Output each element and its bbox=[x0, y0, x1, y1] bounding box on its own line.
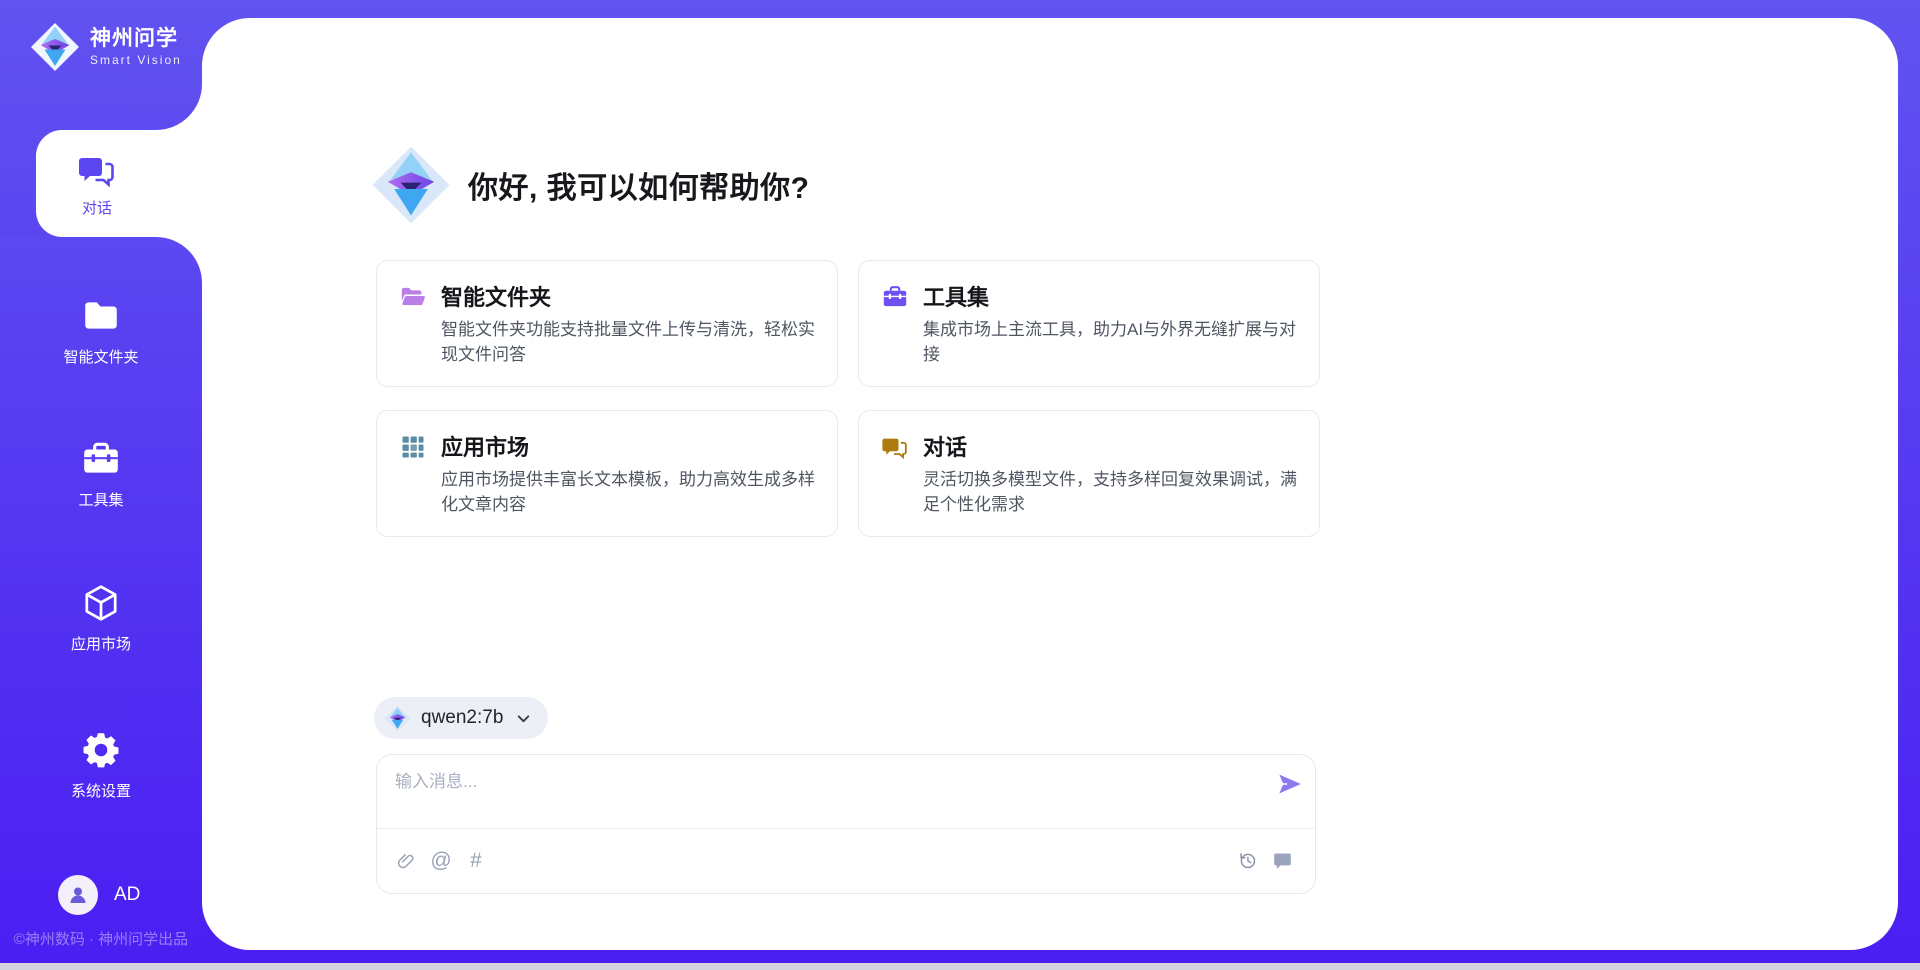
window-bottom-edge bbox=[0, 963, 1920, 970]
chevron-down-icon[interactable] bbox=[515, 710, 532, 727]
card-title: 对话 bbox=[923, 430, 967, 462]
sidebar-item-label: 工具集 bbox=[78, 489, 123, 510]
mention-button[interactable]: @ bbox=[428, 847, 454, 873]
card-description: 智能文件夹功能支持批量文件上传与清洗，轻松实现文件问答 bbox=[441, 317, 823, 367]
send-button[interactable] bbox=[1277, 771, 1303, 797]
cube-icon bbox=[80, 582, 122, 624]
hashtag-button[interactable]: # bbox=[463, 847, 489, 873]
sidebar-item-label: 智能文件夹 bbox=[63, 346, 138, 367]
app-root: 对话 神州问学 Smart Vision 智能文件夹 bbox=[0, 0, 1920, 970]
avatar bbox=[58, 875, 98, 915]
attachment-icon bbox=[396, 850, 417, 871]
composer-tools-right bbox=[1234, 847, 1295, 873]
gear-icon bbox=[80, 729, 122, 771]
hashtag-icon: # bbox=[470, 850, 482, 871]
toolbox-icon bbox=[80, 438, 122, 480]
user-account[interactable]: AD bbox=[58, 875, 140, 915]
chat-icon bbox=[881, 433, 909, 461]
model-selector[interactable]: qwen2:7b bbox=[374, 697, 548, 739]
sidebar-item-label: 系统设置 bbox=[71, 780, 131, 801]
card-app-market[interactable]: 应用市场 应用市场提供丰富长文本模板，助力高效生成多样化文章内容 bbox=[376, 410, 838, 537]
diamond-logo-icon bbox=[30, 22, 80, 72]
card-description: 应用市场提供丰富长文本模板，助力高效生成多样化文章内容 bbox=[441, 467, 823, 517]
sidebar-item-app-market[interactable]: 应用市场 bbox=[0, 582, 202, 654]
card-description: 集成市场上主流工具，助力AI与外界无缝扩展与对接 bbox=[923, 317, 1305, 367]
diamond-logo-icon bbox=[371, 145, 451, 225]
history-icon bbox=[1237, 850, 1258, 871]
greeting-title: 你好, 我可以如何帮助你? bbox=[468, 163, 810, 207]
card-smart-folder[interactable]: 智能文件夹 智能文件夹功能支持批量文件上传与清洗，轻松实现文件问答 bbox=[376, 260, 838, 387]
attach-file-button[interactable] bbox=[393, 847, 419, 873]
card-chat[interactable]: 对话 灵活切换多模型文件，支持多样回复效果调试，满足个性化需求 bbox=[858, 410, 1320, 537]
folder-open-icon bbox=[399, 283, 427, 311]
app-logo: 神州问学 Smart Vision bbox=[30, 22, 182, 72]
app-title-block: 神州问学 Smart Vision bbox=[90, 27, 182, 67]
sidebar-item-settings[interactable]: 系统设置 bbox=[0, 729, 202, 801]
grid-icon bbox=[399, 433, 427, 461]
card-toolset[interactable]: 工具集 集成市场上主流工具，助力AI与外界无缝扩展与对接 bbox=[858, 260, 1320, 387]
card-description: 灵活切换多模型文件，支持多样回复效果调试，满足个性化需求 bbox=[923, 467, 1305, 517]
folder-icon bbox=[80, 295, 122, 337]
feedback-icon bbox=[1272, 850, 1293, 871]
card-title: 应用市场 bbox=[441, 430, 529, 462]
sidebar: 神州问学 Smart Vision 智能文件夹 工具集 bbox=[0, 0, 202, 970]
card-title: 工具集 bbox=[923, 280, 989, 312]
feedback-button[interactable] bbox=[1269, 847, 1295, 873]
sidebar-item-toolset[interactable]: 工具集 bbox=[0, 438, 202, 510]
message-composer: @ # bbox=[376, 754, 1316, 894]
message-input[interactable] bbox=[395, 767, 1245, 819]
sidebar-item-label: 应用市场 bbox=[71, 633, 131, 654]
copyright-text: ©神州数码 · 神州问学出品 bbox=[0, 928, 202, 949]
card-title: 智能文件夹 bbox=[441, 280, 551, 312]
app-title: 神州问学 bbox=[90, 27, 182, 51]
sidebar-item-smart-folder[interactable]: 智能文件夹 bbox=[0, 295, 202, 367]
user-initials: AD bbox=[114, 884, 140, 906]
user-avatar-icon bbox=[66, 883, 90, 907]
greeting: 你好, 我可以如何帮助你? bbox=[371, 145, 810, 225]
app-subtitle: Smart Vision bbox=[90, 53, 182, 67]
composer-divider bbox=[377, 828, 1315, 829]
send-icon bbox=[1277, 771, 1303, 797]
toolbox-icon bbox=[881, 283, 909, 311]
composer-tools-left: @ # bbox=[393, 847, 489, 873]
model-name: qwen2:7b bbox=[421, 707, 503, 729]
diamond-logo-icon bbox=[384, 705, 411, 732]
history-button[interactable] bbox=[1234, 847, 1260, 873]
mention-icon: @ bbox=[430, 850, 451, 871]
